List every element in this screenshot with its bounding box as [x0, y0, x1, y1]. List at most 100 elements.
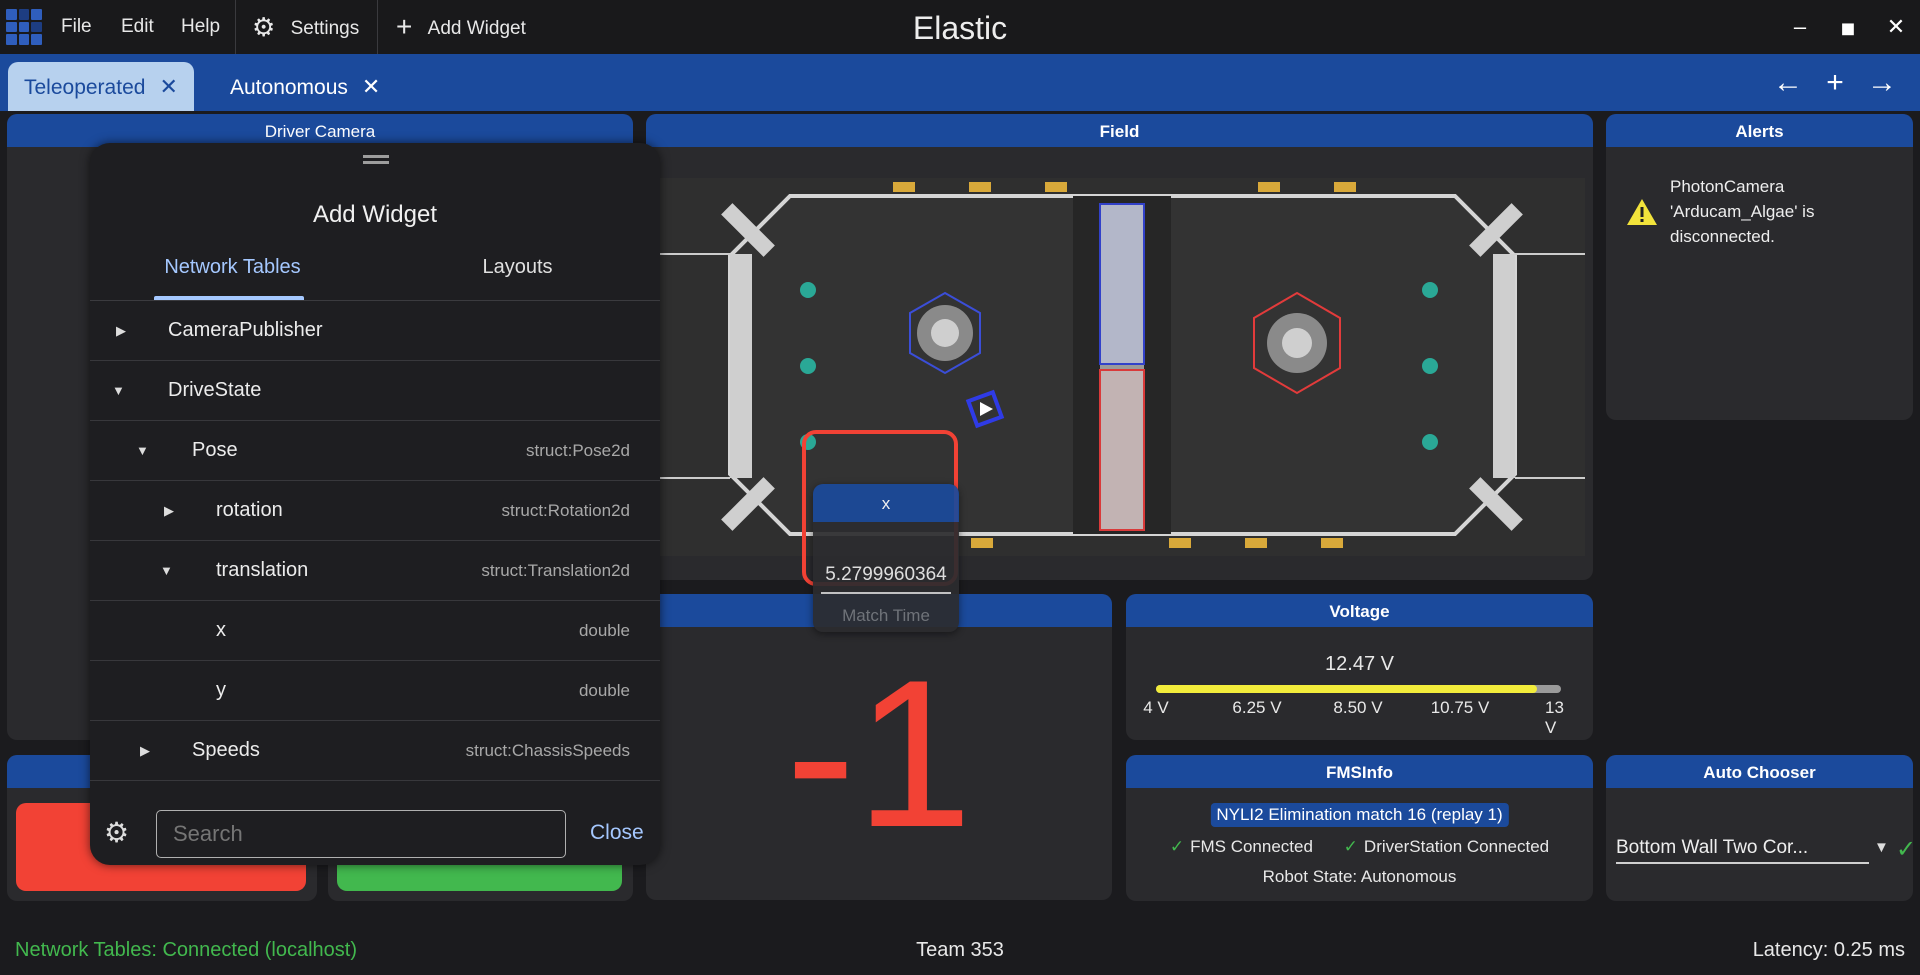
- tab-layouts[interactable]: Layouts: [375, 256, 660, 279]
- close-tab-icon[interactable]: ✕: [362, 74, 380, 99]
- tree-row-rotation[interactable]: ▶ rotation struct:Rotation2d: [90, 481, 660, 541]
- close-button[interactable]: Close: [590, 821, 644, 845]
- tree-row-x[interactable]: x double: [90, 601, 660, 661]
- menu-help[interactable]: Help: [181, 0, 220, 54]
- maximize-icon: ◼: [1840, 18, 1856, 38]
- voltage-widget[interactable]: Voltage 12.47 V 4 V 6.25 V 8.50 V 10.75 …: [1126, 594, 1593, 740]
- collapse-arrow-icon[interactable]: ▼: [160, 563, 173, 578]
- prev-tab-arrow-icon[interactable]: ←: [1766, 54, 1810, 111]
- tree-type: struct:Rotation2d: [501, 501, 630, 520]
- ds-connected-label: DriverStation Connected: [1363, 837, 1550, 856]
- tree-row-camerapublisher[interactable]: ▶ CameraPublisher: [90, 301, 660, 361]
- tab-autonomous[interactable]: Autonomous ✕: [214, 62, 396, 111]
- gear-icon[interactable]: ⚙: [104, 816, 129, 849]
- voltage-bar-fill: [1156, 685, 1538, 693]
- collapse-arrow-icon[interactable]: ▼: [136, 443, 149, 458]
- title-bar: File Edit Help ⚙ Settings + Add Widget E…: [0, 0, 1920, 54]
- expand-arrow-icon[interactable]: ▶: [164, 503, 174, 519]
- match-time-value: -1: [785, 636, 973, 871]
- widget-title: Field: [646, 114, 1593, 147]
- field-map: [660, 178, 1585, 556]
- auto-chooser-select[interactable]: Bottom Wall Two Cor...: [1616, 834, 1869, 864]
- preview-underline: [821, 592, 951, 594]
- plus-icon: +: [396, 11, 413, 42]
- tree-label: translation: [216, 559, 309, 581]
- tree-type: struct:Pose2d: [526, 441, 630, 460]
- voltage-tick: 10.75 V: [1430, 698, 1490, 717]
- tab-label: Teleoperated: [24, 76, 146, 99]
- minimize-button[interactable]: –: [1778, 0, 1822, 54]
- settings-label: Settings: [290, 18, 360, 39]
- auto-chooser-widget[interactable]: Auto Chooser Bottom Wall Two Cor... ▼ ✓: [1606, 755, 1913, 901]
- widget-title: Voltage: [1126, 594, 1593, 627]
- widget-title: Auto Chooser: [1606, 755, 1913, 788]
- close-button[interactable]: ✕: [1874, 0, 1918, 54]
- drag-handle-icon[interactable]: [363, 155, 389, 158]
- alerts-widget[interactable]: Alerts PhotonCamera 'Arducam_Algae' is d…: [1606, 114, 1913, 420]
- menu-file[interactable]: File: [61, 0, 92, 54]
- check-icon: ✓: [1896, 836, 1913, 863]
- dragged-widget-preview[interactable]: x 5.2799960364 Match Time: [813, 484, 959, 632]
- warning-icon: [1627, 199, 1657, 225]
- elastic-logo-icon: [6, 9, 42, 45]
- tree-type: double: [578, 621, 630, 640]
- voltage-tick: 13 V: [1545, 698, 1564, 737]
- underlying-widget-label: Match Time: [842, 606, 930, 625]
- next-tab-arrow-icon[interactable]: →: [1860, 54, 1904, 111]
- status-bar: Network Tables: Connected (localhost) Te…: [0, 925, 1920, 975]
- voltage-tick: 4 V: [1143, 698, 1169, 717]
- add-widget-dialog[interactable]: Add Widget Network Tables Layouts ▶ Came…: [90, 143, 660, 865]
- voltage-bar-track: [1156, 685, 1561, 693]
- tree-label: x: [216, 619, 226, 641]
- tree-row-drivestate[interactable]: ▼ DriveState: [90, 361, 660, 421]
- fms-info-widget[interactable]: FMSInfo NYLI2 Elimination match 16 (repl…: [1126, 755, 1593, 901]
- check-icon: ✓: [1343, 837, 1358, 856]
- tree-row-speeds[interactable]: ▶ Speeds struct:ChassisSpeeds: [90, 721, 660, 781]
- team-number: Team 353: [916, 939, 1004, 961]
- close-icon: ✕: [1886, 14, 1906, 39]
- add-tab-plus-icon[interactable]: +: [1813, 54, 1857, 111]
- fms-connected-label: FMS Connected: [1190, 837, 1313, 856]
- voltage-tick: 8.50 V: [1333, 698, 1383, 717]
- search-input[interactable]: [156, 810, 566, 858]
- tree-label: rotation: [216, 499, 283, 521]
- maximize-button[interactable]: ◼: [1826, 0, 1870, 54]
- tree-label: CameraPublisher: [168, 319, 323, 341]
- robot-state: Robot State: Autonomous: [1262, 867, 1457, 886]
- widget-title: Alerts: [1606, 114, 1913, 147]
- tree-type: double: [578, 681, 630, 700]
- alert-message: PhotonCamera 'Arducam_Algae' is disconne…: [1670, 177, 1815, 246]
- fms-event-badge: NYLI2 Elimination match 16 (replay 1): [1210, 803, 1509, 827]
- menu-separator: [235, 0, 236, 54]
- minimize-icon: –: [1793, 14, 1807, 39]
- expand-arrow-icon[interactable]: ▶: [140, 743, 150, 759]
- tree-type: struct:Translation2d: [481, 561, 630, 580]
- tree-label: Speeds: [192, 739, 260, 761]
- latency: Latency: 0.25 ms: [1752, 939, 1905, 961]
- tree-row-y[interactable]: y double: [90, 661, 660, 721]
- tree-row-pose[interactable]: ▼ Pose struct:Pose2d: [90, 421, 660, 481]
- collapse-arrow-icon[interactable]: ▼: [112, 383, 125, 398]
- tab-label: Autonomous: [230, 76, 348, 99]
- widget-title: FMSInfo: [1126, 755, 1593, 788]
- expand-arrow-icon[interactable]: ▶: [116, 323, 126, 339]
- settings-button[interactable]: ⚙ Settings: [252, 0, 359, 54]
- dialog-title: Add Widget: [312, 201, 438, 228]
- fms-connection-row: ✓ FMS Connected ✓ DriverStation Connected: [1126, 837, 1593, 857]
- add-widget-button[interactable]: + Add Widget: [396, 0, 526, 54]
- tree-label: DriveState: [168, 379, 262, 401]
- preview-title: x: [813, 484, 959, 522]
- dropdown-arrow-icon[interactable]: ▼: [1874, 839, 1889, 856]
- gear-icon: ⚙: [252, 12, 276, 42]
- tree-label: Pose: [192, 439, 238, 461]
- menu-edit[interactable]: Edit: [121, 0, 154, 54]
- voltage-tick: 6.25 V: [1232, 698, 1282, 717]
- match-time-widget[interactable]: -1: [646, 594, 1112, 900]
- close-tab-icon[interactable]: ✕: [159, 74, 177, 99]
- tree-row-translation[interactable]: ▼ translation struct:Translation2d: [90, 541, 660, 601]
- preview-value: 5.2799960364: [825, 564, 947, 585]
- tab-teleoperated[interactable]: Teleoperated ✕: [8, 62, 194, 111]
- tab-network-tables[interactable]: Network Tables: [90, 256, 375, 279]
- menu-separator: [377, 0, 378, 54]
- tree-label: y: [216, 679, 226, 701]
